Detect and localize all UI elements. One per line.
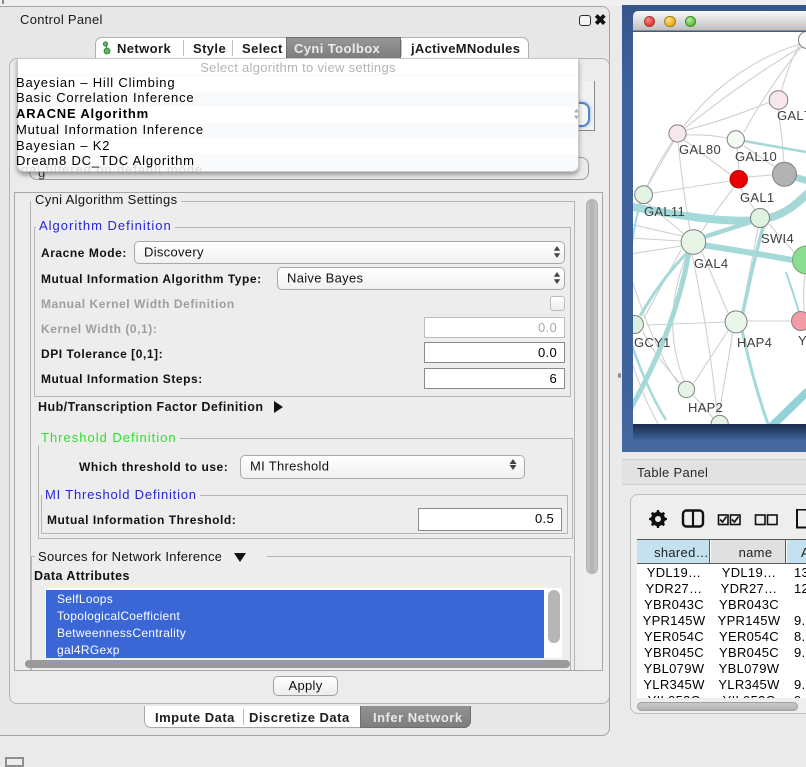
svg-text:GAL7: GAL7 bbox=[777, 108, 806, 123]
svg-text:SWI4: SWI4 bbox=[761, 231, 794, 246]
svg-text:GAL4: GAL4 bbox=[694, 256, 728, 271]
svg-text:HAP2: HAP2 bbox=[688, 400, 723, 415]
svg-text:GAL11: GAL11 bbox=[644, 204, 685, 219]
svg-text:GAL80: GAL80 bbox=[679, 142, 721, 157]
svg-text:YJ: YJ bbox=[798, 333, 806, 348]
svg-text:GCY1: GCY1 bbox=[634, 335, 671, 350]
svg-text:GAL1: GAL1 bbox=[740, 190, 774, 205]
svg-text:GAL10: GAL10 bbox=[735, 149, 777, 164]
svg-text:HAP4: HAP4 bbox=[737, 335, 772, 350]
